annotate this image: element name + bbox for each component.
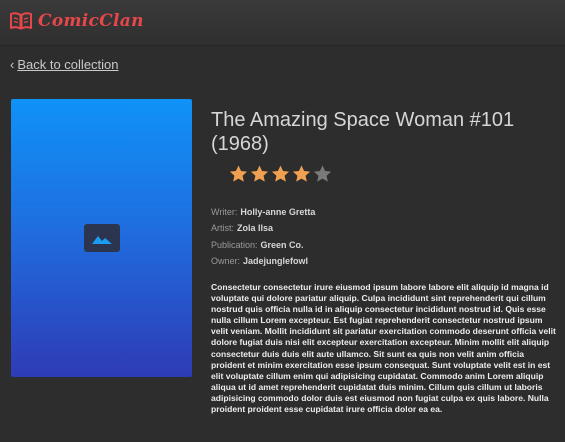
star-filled-icon bbox=[292, 165, 311, 182]
comic-title: The Amazing Space Woman #101 (1968) bbox=[211, 109, 515, 155]
brand-logo[interactable]: ComicClan bbox=[10, 11, 144, 31]
star-rating bbox=[228, 164, 333, 184]
meta-key: Publication: bbox=[211, 239, 258, 250]
top-bar: ComicClan bbox=[0, 0, 565, 45]
meta-key: Owner: bbox=[211, 255, 241, 266]
comic-cover-image bbox=[11, 99, 192, 377]
meta-value: Zola Ilsa bbox=[237, 223, 274, 234]
meta-value: Jadejunglefowl bbox=[243, 255, 309, 266]
meta-row: Owner: Jadejunglefowl bbox=[211, 253, 315, 269]
meta-value: Green Co. bbox=[260, 239, 304, 250]
meta-key: Artist: bbox=[211, 223, 235, 234]
back-to-collection-link[interactable]: ‹ Back to collection bbox=[10, 57, 119, 72]
comic-description: Consectetur consectetur irure eiusmod ip… bbox=[211, 282, 556, 415]
meta-key: Writer: bbox=[211, 207, 238, 217]
chevron-left-icon: ‹ bbox=[10, 57, 15, 72]
star-filled-icon bbox=[250, 165, 269, 182]
meta-value: Holly-anne Gretta bbox=[240, 207, 316, 217]
image-placeholder-icon bbox=[83, 224, 120, 252]
meta-row: Publication: Green Co. bbox=[211, 237, 315, 253]
star-empty-icon bbox=[313, 165, 332, 182]
comic-metadata: Writer: Holly-anne Gretta Artist: Zola Ilsa… bbox=[211, 204, 315, 269]
brand-name: ComicClan bbox=[38, 11, 144, 31]
star-filled-icon bbox=[229, 165, 248, 182]
star-filled-icon bbox=[271, 165, 290, 182]
back-link-label: Back to collection bbox=[17, 57, 119, 72]
meta-row: Writer: Holly-anne Gretta bbox=[211, 204, 315, 220]
meta-row: Artist: Zola Ilsa bbox=[211, 220, 315, 236]
open-book-icon bbox=[10, 12, 32, 30]
